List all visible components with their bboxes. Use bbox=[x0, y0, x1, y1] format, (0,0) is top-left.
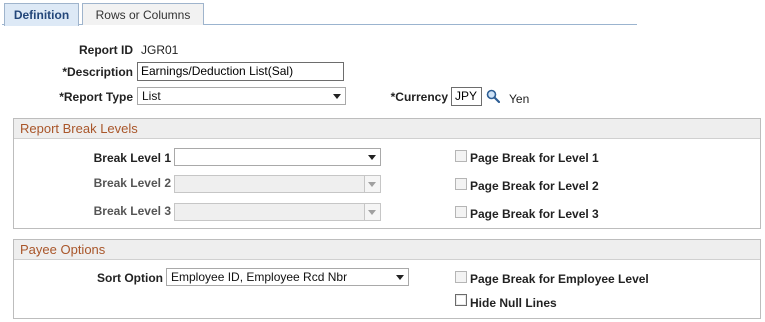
break-level-2-select bbox=[174, 175, 381, 193]
report-type-value: List bbox=[142, 89, 161, 103]
chevron-down-icon bbox=[368, 182, 376, 187]
break-level-2-label: Break Level 2 bbox=[93, 176, 171, 190]
group-title-payee-options: Payee Options bbox=[14, 240, 760, 260]
page-break-level-3-label: Page Break for Level 3 bbox=[470, 207, 599, 221]
break-level-3-select bbox=[174, 203, 381, 221]
tab-rows-or-columns[interactable]: Rows or Columns bbox=[82, 3, 204, 25]
magnifier-icon[interactable] bbox=[486, 89, 500, 103]
page-break-level-2-label: Page Break for Level 2 bbox=[470, 179, 599, 193]
chevron-down-icon bbox=[333, 94, 341, 99]
sort-option-label: Sort Option bbox=[97, 271, 163, 285]
page-break-level-1-label: Page Break for Level 1 bbox=[470, 151, 599, 165]
sort-option-select[interactable]: Employee ID, Employee Rcd Nbr bbox=[166, 268, 409, 286]
tab-definition[interactable]: Definition bbox=[4, 3, 79, 26]
currency-field[interactable]: JPY bbox=[451, 87, 482, 106]
description-label: *Description bbox=[62, 65, 133, 79]
page-break-level-3-checkbox bbox=[455, 206, 467, 218]
break-level-1-select[interactable] bbox=[174, 148, 381, 166]
report-type-select[interactable]: List bbox=[137, 87, 346, 105]
currency-name: Yen bbox=[509, 92, 530, 106]
chevron-down-icon bbox=[368, 155, 376, 160]
break-level-1-label: Break Level 1 bbox=[93, 151, 171, 165]
group-title-break-levels: Report Break Levels bbox=[14, 119, 760, 139]
tab-bar: Definition Rows or Columns bbox=[2, 3, 637, 26]
page-break-employee-checkbox bbox=[455, 271, 467, 283]
currency-label: *Currency bbox=[390, 90, 448, 104]
page-break-level-1-checkbox bbox=[455, 150, 467, 162]
page-break-level-2-checkbox bbox=[455, 178, 467, 190]
description-field[interactable]: Earnings/Deduction List(Sal) bbox=[137, 62, 344, 81]
chevron-down-icon bbox=[368, 210, 376, 215]
sort-option-value: Employee ID, Employee Rcd Nbr bbox=[171, 270, 348, 284]
page-break-employee-label: Page Break for Employee Level bbox=[470, 272, 649, 286]
report-id-label: Report ID bbox=[79, 43, 133, 57]
report-type-label: *Report Type bbox=[59, 90, 133, 104]
break-level-3-label: Break Level 3 bbox=[93, 204, 171, 218]
hide-null-lines-checkbox[interactable] bbox=[455, 294, 467, 306]
hide-null-lines-label: Hide Null Lines bbox=[470, 296, 557, 310]
chevron-down-icon bbox=[396, 275, 404, 280]
report-id-value: JGR01 bbox=[141, 43, 179, 57]
